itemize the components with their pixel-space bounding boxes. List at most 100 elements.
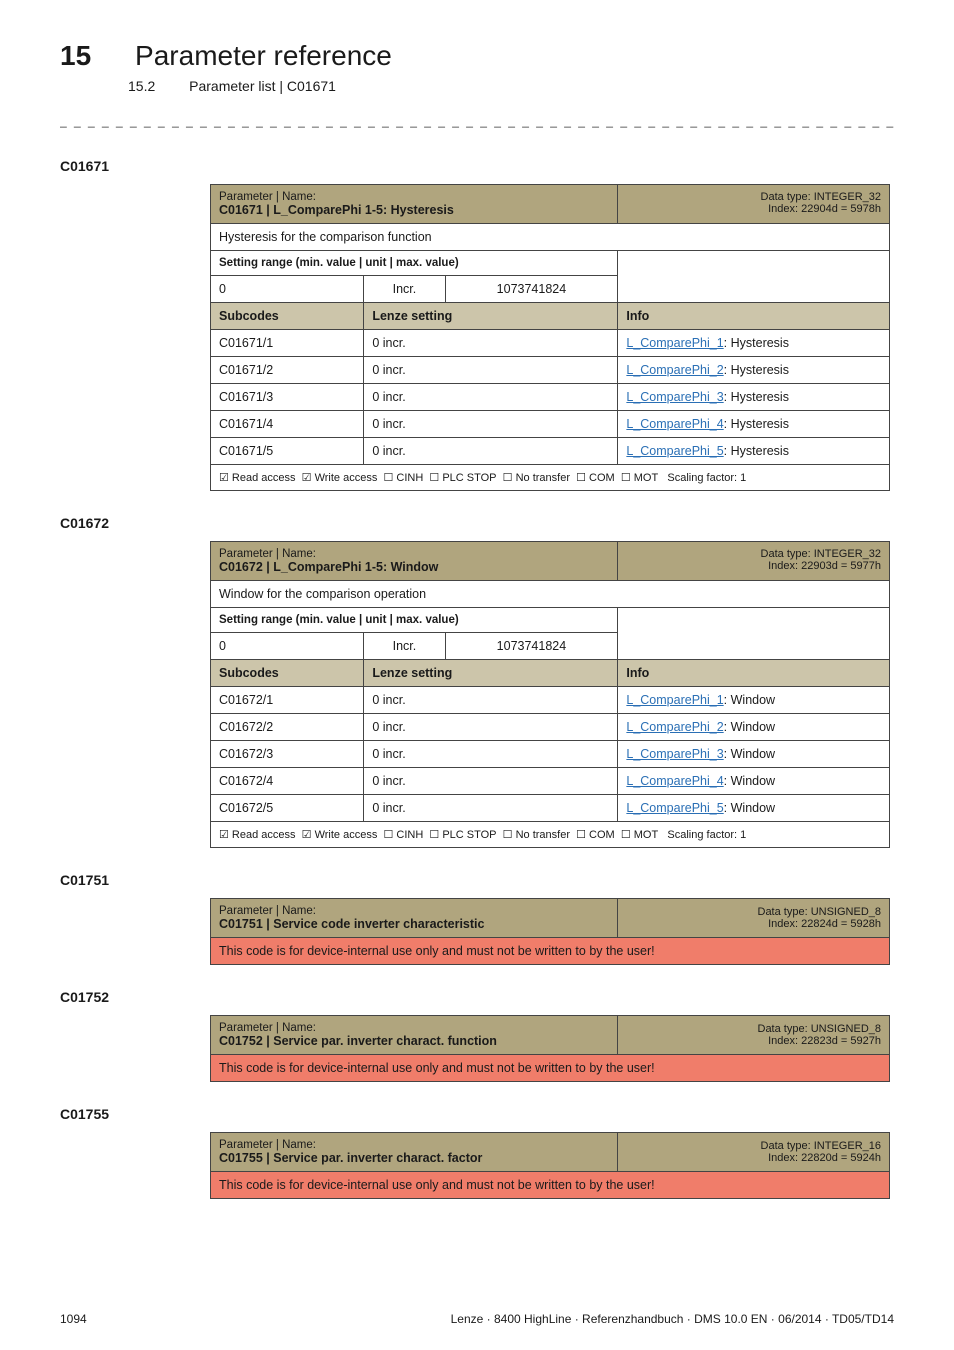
index-label: Index:	[768, 918, 798, 930]
cross-ref-link[interactable]: L_ComparePhi_1	[626, 693, 723, 707]
param-code-title: C01752 | Service par. inverter charact. …	[219, 1034, 497, 1048]
table-c01672: Parameter | Name: C01672 | L_ComparePhi …	[210, 541, 890, 848]
no-transfer-flag: No transfer	[503, 829, 570, 841]
info-header: Info	[618, 303, 890, 330]
range-incr: Incr.	[364, 276, 445, 303]
access-flags: Read access Write access CINH PLC STOP N…	[211, 465, 890, 491]
subcode: C01671/4	[211, 411, 364, 438]
param-code-title: C01751 | Service code inverter character…	[219, 917, 484, 931]
box-c01752: Parameter | Name: C01752 | Service par. …	[210, 1015, 890, 1082]
info-cell: L_ComparePhi_4: Window	[618, 768, 890, 795]
data-type-value: INTEGER_32	[814, 548, 881, 560]
info-tail: : Hysteresis	[724, 444, 789, 458]
info-cell: L_ComparePhi_5: Window	[618, 795, 890, 822]
param-code-title: C01672 | L_ComparePhi 1-5: Window	[219, 560, 438, 574]
internal-warning-banner: This code is for device-internal use onl…	[211, 1055, 890, 1082]
internal-warning-banner: This code is for device-internal use onl…	[211, 938, 890, 965]
cross-ref-link[interactable]: L_ComparePhi_4	[626, 774, 723, 788]
cinh-flag: CINH	[383, 829, 423, 841]
param-name-label: Parameter | Name:	[219, 191, 316, 203]
cross-ref-link[interactable]: L_ComparePhi_5	[626, 801, 723, 815]
info-cell: L_ComparePhi_3: Window	[618, 741, 890, 768]
lenze-setting: 0 incr.	[364, 384, 618, 411]
plc-stop-flag: PLC STOP	[429, 472, 496, 484]
info-header: Info	[618, 660, 890, 687]
cross-ref-link[interactable]: L_ComparePhi_5	[626, 444, 723, 458]
data-type-value: UNSIGNED_8	[811, 906, 881, 918]
cross-ref-link[interactable]: L_ComparePhi_3	[626, 747, 723, 761]
param-code-title: C01755 | Service par. inverter charact. …	[219, 1151, 482, 1165]
chapter-header: 15 Parameter reference	[60, 40, 894, 72]
cross-ref-link[interactable]: L_ComparePhi_1	[626, 336, 723, 350]
section-title: Parameter list | C01671	[189, 78, 336, 94]
param-description: Hysteresis for the comparison function	[211, 224, 890, 251]
index-label: Index:	[768, 1035, 798, 1047]
cross-ref-link[interactable]: L_ComparePhi_2	[626, 363, 723, 377]
info-tail: : Window	[724, 774, 775, 788]
info-cell: L_ComparePhi_1: Window	[618, 687, 890, 714]
data-type-value: INTEGER_32	[814, 191, 881, 203]
info-cell: L_ComparePhi_2: Window	[618, 714, 890, 741]
index-label: Index:	[768, 560, 798, 572]
info-tail: : Hysteresis	[724, 363, 789, 377]
scaling-factor: Scaling factor: 1	[667, 829, 746, 841]
footer-right: Lenze · 8400 HighLine · Referenzhandbuch…	[451, 1312, 894, 1326]
info-cell: L_ComparePhi_2: Hysteresis	[618, 357, 890, 384]
lenze-setting: 0 incr.	[364, 357, 618, 384]
subcodes-header: Subcodes	[211, 303, 364, 330]
param-description: Window for the comparison operation	[211, 581, 890, 608]
subcode: C01672/1	[211, 687, 364, 714]
write-access-flag: Write access	[302, 472, 378, 484]
info-tail: : Hysteresis	[724, 390, 789, 404]
range-incr: Incr.	[364, 633, 445, 660]
data-type-label: Data type:	[758, 1023, 808, 1035]
data-type-value: UNSIGNED_8	[811, 1023, 881, 1035]
index-value: 22903d = 5977h	[801, 560, 881, 572]
cross-ref-link[interactable]: L_ComparePhi_4	[626, 417, 723, 431]
index-label: Index:	[768, 1152, 798, 1164]
lenze-setting: 0 incr.	[364, 411, 618, 438]
lenze-setting-header: Lenze setting	[364, 303, 618, 330]
index-value: 22823d = 5927h	[801, 1035, 881, 1047]
com-flag: COM	[576, 472, 615, 484]
table-c01671: Parameter | Name: C01671 | L_ComparePhi …	[210, 184, 890, 491]
subcode: C01671/5	[211, 438, 364, 465]
info-cell: L_ComparePhi_3: Hysteresis	[618, 384, 890, 411]
chapter-number: 15	[60, 40, 91, 71]
subcode: C01672/5	[211, 795, 364, 822]
param-name-label: Parameter | Name:	[219, 548, 316, 560]
cross-ref-link[interactable]: L_ComparePhi_2	[626, 720, 723, 734]
heading-c01671: C01671	[60, 158, 894, 174]
chapter-title: Parameter reference	[135, 40, 392, 71]
range-min: 0	[211, 276, 364, 303]
range-min: 0	[211, 633, 364, 660]
lenze-setting: 0 incr.	[364, 330, 618, 357]
subcode: C01672/4	[211, 768, 364, 795]
no-transfer-flag: No transfer	[503, 472, 570, 484]
setting-range-label: Setting range (min. value | unit | max. …	[211, 251, 618, 276]
cross-ref-link[interactable]: L_ComparePhi_3	[626, 390, 723, 404]
page-number: 1094	[60, 1312, 87, 1326]
param-name-label: Parameter | Name:	[219, 1022, 316, 1034]
cinh-flag: CINH	[383, 472, 423, 484]
page-footer: 1094 Lenze · 8400 HighLine · Referenzhan…	[60, 1312, 894, 1326]
internal-warning-banner: This code is for device-internal use onl…	[211, 1172, 890, 1199]
data-type-label: Data type:	[761, 1140, 811, 1152]
param-name-label: Parameter | Name:	[219, 1139, 316, 1151]
lenze-setting: 0 incr.	[364, 795, 618, 822]
heading-c01751: C01751	[60, 872, 894, 888]
index-label: Index:	[768, 203, 798, 215]
com-flag: COM	[576, 829, 615, 841]
data-type-value: INTEGER_16	[814, 1140, 881, 1152]
heading-c01755: C01755	[60, 1106, 894, 1122]
subcode: C01671/3	[211, 384, 364, 411]
param-name-label: Parameter | Name:	[219, 905, 316, 917]
subcode: C01672/2	[211, 714, 364, 741]
read-access-flag: Read access	[219, 472, 296, 484]
info-tail: : Window	[724, 747, 775, 761]
index-value: 22904d = 5978h	[801, 203, 881, 215]
lenze-setting: 0 incr.	[364, 741, 618, 768]
plc-stop-flag: PLC STOP	[429, 829, 496, 841]
info-cell: L_ComparePhi_4: Hysteresis	[618, 411, 890, 438]
range-max: 1073741824	[445, 276, 618, 303]
